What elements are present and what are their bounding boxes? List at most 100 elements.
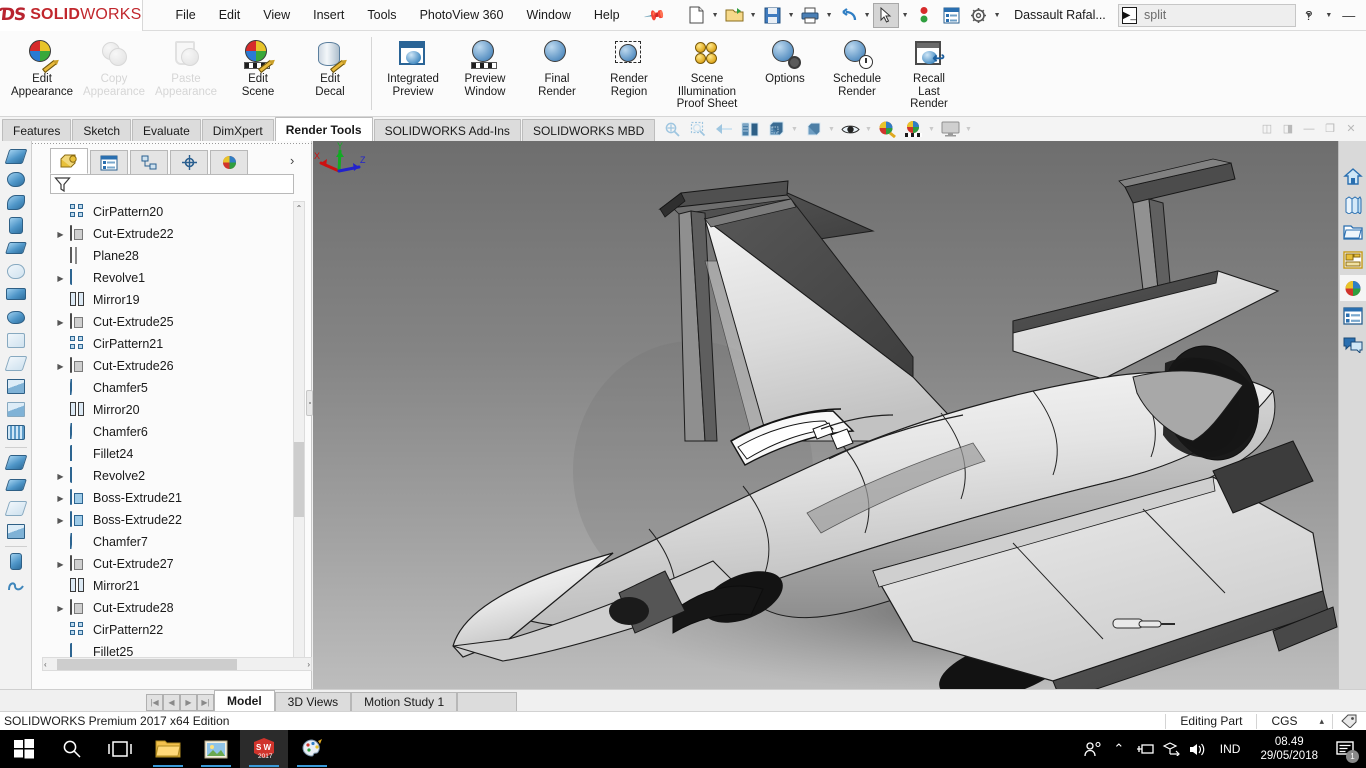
view-orientation-caret-icon[interactable]: ▼ <box>790 126 799 133</box>
tree-item-revolve1[interactable]: ▶ Revolve1 <box>42 267 300 289</box>
expand-arrow-icon[interactable]: ▶ <box>56 472 65 481</box>
minimize-document-icon[interactable]: — <box>1300 120 1318 137</box>
edit-appearance-button[interactable]: Edit Appearance <box>6 31 78 113</box>
tree-item-cirpattern20[interactable]: CirPattern20 <box>42 201 300 223</box>
section-view-icon[interactable] <box>738 118 762 140</box>
bottom-tab-3d-views[interactable]: 3D Views <box>274 692 352 711</box>
filled-surface-icon[interactable] <box>3 260 29 282</box>
tree-item-chamfer6[interactable]: Chamfer6 <box>42 421 300 443</box>
expand-arrow-icon[interactable]: ▶ <box>56 274 65 283</box>
tree-item-cut-extrude26[interactable]: ▶ Cut-Extrude26 <box>42 355 300 377</box>
tab-features[interactable]: Features <box>2 119 72 141</box>
thicken-icon[interactable] <box>3 520 29 542</box>
custom-properties-icon[interactable] <box>1340 303 1366 329</box>
close-document-icon[interactable]: ✕ <box>1342 120 1360 137</box>
view-orientation-icon[interactable] <box>764 118 788 140</box>
menu-item-help[interactable]: Help <box>583 3 631 27</box>
expand-arrow-icon[interactable]: ▶ <box>56 494 65 503</box>
tree-item-chamfer5[interactable]: Chamfer5 <box>42 377 300 399</box>
tag-icon[interactable] <box>1332 713 1366 729</box>
save-icon[interactable] <box>759 3 785 28</box>
expand-arrow-icon[interactable]: ▶ <box>56 560 65 569</box>
search-taskbar-icon[interactable] <box>48 730 96 768</box>
replace-face-icon[interactable] <box>3 398 29 420</box>
tile-left-icon[interactable]: ◫ <box>1258 120 1276 137</box>
tab-dimxpert[interactable]: DimXpert <box>201 119 274 141</box>
tree-item-chamfer7[interactable]: Chamfer7 <box>42 531 300 553</box>
options-caret-icon[interactable]: ▼ <box>992 12 1002 19</box>
hide-show-items-caret-icon[interactable]: ▼ <box>864 126 873 133</box>
select-pointer-caret-icon[interactable]: ▼ <box>900 12 910 19</box>
solidworks-taskbar-icon[interactable]: S W 2017 <box>240 730 288 768</box>
undo-icon[interactable] <box>835 3 861 28</box>
extend-surface-icon[interactable] <box>3 451 29 473</box>
final-render-button[interactable]: Final Render <box>521 31 593 113</box>
render-options-button[interactable]: Options <box>749 31 821 113</box>
menu-item-insert[interactable]: Insert <box>302 3 355 27</box>
scroll-thumb[interactable] <box>294 442 304 517</box>
file-explorer-taskbar-icon[interactable] <box>144 730 192 768</box>
feature-tree-filter[interactable] <box>50 174 294 194</box>
tree-item-mirror21[interactable]: Mirror21 <box>42 575 300 597</box>
scene-illumination-proof-sheet-button[interactable]: Scene Illumination Proof Sheet <box>665 31 749 113</box>
planar-surface-icon[interactable] <box>3 283 29 305</box>
view-palette-icon[interactable] <box>1340 247 1366 273</box>
last-tab-button[interactable]: ▶| <box>197 694 214 711</box>
paint-taskbar-icon[interactable] <box>288 730 336 768</box>
tab-evaluate[interactable]: Evaluate <box>132 119 201 141</box>
zoom-to-fit-icon[interactable] <box>660 118 684 140</box>
copy-appearance-button[interactable]: Copy Appearance <box>78 31 150 113</box>
ruled-surface-icon[interactable] <box>3 421 29 443</box>
tree-item-plane28[interactable]: Plane28 <box>42 245 300 267</box>
paste-appearance-button[interactable]: Paste Appearance <box>150 31 222 113</box>
scroll-up-icon[interactable]: ⌃ <box>294 202 304 215</box>
start-windows-icon[interactable] <box>0 730 48 768</box>
scroll-thumb-horizontal[interactable] <box>57 658 237 670</box>
edit-decal-button[interactable]: Edit Decal <box>294 31 366 113</box>
apply-scene-icon[interactable] <box>901 118 925 140</box>
solidworks-forum-icon[interactable] <box>1340 331 1366 357</box>
photos-taskbar-icon[interactable] <box>192 730 240 768</box>
new-document-icon[interactable] <box>683 3 709 28</box>
people-icon[interactable] <box>1080 730 1106 768</box>
display-manager-tab[interactable] <box>210 150 248 174</box>
tab-sketch[interactable]: Sketch <box>72 119 132 141</box>
menu-item-tools[interactable]: Tools <box>356 3 407 27</box>
first-tab-button[interactable]: |◀ <box>146 694 163 711</box>
menu-item-photoview-360[interactable]: PhotoView 360 <box>409 3 515 27</box>
delete-face-icon[interactable] <box>3 375 29 397</box>
search-input[interactable] <box>1137 8 1306 22</box>
radiate-surface-icon[interactable] <box>3 329 29 351</box>
task-view-icon[interactable] <box>96 730 144 768</box>
tree-item-cirpattern21[interactable]: CirPattern21 <box>42 333 300 355</box>
tree-item-cirpattern22[interactable]: CirPattern22 <box>42 619 300 641</box>
appearances-scenes-decals-icon[interactable] <box>1339 275 1366 301</box>
menu-item-edit[interactable]: Edit <box>208 3 252 27</box>
integrated-preview-button[interactable]: Integrated Preview <box>377 31 449 113</box>
rebuild-icon[interactable] <box>911 3 937 28</box>
zoom-to-area-icon[interactable] <box>686 118 710 140</box>
open-document-icon[interactable] <box>721 3 747 28</box>
help-caret-icon[interactable]: ▼ <box>1324 12 1334 19</box>
tree-item-cut-extrude27[interactable]: ▶ Cut-Extrude27 <box>42 553 300 575</box>
panel-splitter-grip[interactable] <box>306 390 313 416</box>
new-document-caret-icon[interactable]: ▼ <box>710 12 720 19</box>
knit-surface-icon[interactable] <box>3 352 29 374</box>
file-properties-icon[interactable] <box>938 3 964 28</box>
view-settings-icon[interactable] <box>938 118 962 140</box>
edit-scene-button[interactable]: Edit Scene <box>222 31 294 113</box>
dimxpert-manager-tab[interactable] <box>170 150 208 174</box>
scroll-left-icon[interactable]: ‹ <box>44 660 47 669</box>
feature-tree-vertical-scrollbar[interactable]: ⌃ ⌄ <box>293 201 305 666</box>
expand-arrow-icon[interactable]: ▶ <box>56 516 65 525</box>
menu-item-file[interactable]: File <box>165 3 207 27</box>
tab-solidworks-add-ins[interactable]: SOLIDWORKS Add-Ins <box>373 119 521 141</box>
offset-surface-icon[interactable] <box>3 306 29 328</box>
tree-item-fillet24[interactable]: Fillet24 <box>42 443 300 465</box>
tree-item-revolve2[interactable]: ▶ Revolve2 <box>42 465 300 487</box>
options-gear-icon[interactable] <box>965 3 991 28</box>
swept-surface-icon[interactable] <box>3 191 29 213</box>
menu-item-window[interactable]: Window <box>515 3 581 27</box>
pin-icon[interactable]: 📌 <box>642 3 666 27</box>
apply-scene-caret-icon[interactable]: ▼ <box>927 126 936 133</box>
